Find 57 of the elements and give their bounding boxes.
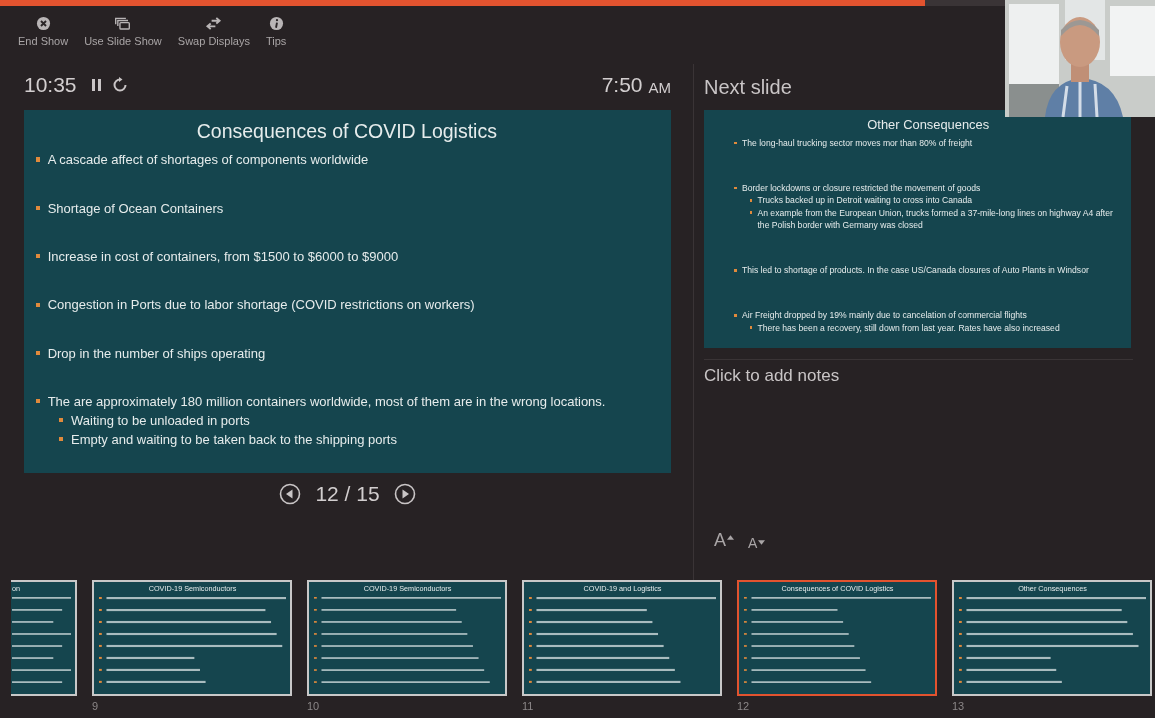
bullet-text: Congestion in Ports due to labor shortage (COVID restrictions on workers) [47,296,475,315]
bullet-text: Shortage of Ocean Containers [47,199,224,218]
clock-period: AM [648,78,671,96]
toolbar-button[interactable]: Use Slide Show [78,16,168,60]
toolbar-button[interactable]: Tips [259,16,293,60]
slide-number: 11 [522,700,535,712]
caret-up-icon [727,535,734,540]
bullet-text: Waiting to be unloaded in ports [71,411,250,430]
next-slide-heading: Next slide [704,74,793,100]
elapsed-timer: 10:35 [24,73,77,97]
bullet-icon [35,399,40,404]
bullet-icon [35,157,40,162]
bullet-icon [59,418,64,423]
slide-number: 13 [952,700,966,712]
bullet-text: Border lockdowns or closure restricted the movement of goods [742,182,981,195]
bullet-icon [59,437,64,442]
slide-number: 10 [307,700,321,712]
bullet-icon [734,268,737,272]
bullet-text: An example from the European Union, trucks formed a 37-mile-long lines on highway A4 after the Polish border with Germany was closed [757,206,1114,232]
notes-field[interactable]: Click to add notes [704,360,1155,512]
bullet-text: Empty and waiting to be taken back to the shipping ports [71,430,397,449]
bullet-text: There has been a recovery, still down from last year. Rates have also increased [757,321,1060,335]
bullet-icon [35,302,40,307]
toolbar-button[interactable]: Swap Displays [171,16,256,60]
previous-slide-button[interactable] [279,483,302,505]
swap-icon [205,16,223,31]
bullet-text: Air Freight dropped by 19% mainly due to cancelation of commercial flights [742,309,1027,322]
bullet-icon [35,254,40,259]
toolbar-button[interactable]: End Show [12,16,75,60]
slide-number: 9 [92,700,100,712]
bullet-text: This led to shortage of products. In the case US/Canada closures of Auto Plants in Windsor [742,264,1089,277]
decrease-font-button[interactable]: A [748,535,766,551]
clock-time: 7:50 [601,73,643,97]
slide-title: Consequences of COVID Logistics [195,120,498,144]
bullet-text: Trucks backed up in Detroit waiting to cross into Canada [757,194,973,207]
slide-number: 12 [737,700,751,712]
bullet-icon [749,211,753,215]
bullet-text: A cascade affect of shortages of components worldwide [47,151,369,170]
bullet-text: Drop in the number of ships operating [47,344,266,363]
bullet-icon [749,326,753,330]
bullet-text: The long-haul trucking sector moves mor than 80% of freight [742,137,973,150]
bullet-icon [35,350,40,356]
bullet-icon [35,205,40,210]
windows-icon [114,16,132,31]
bullet-icon [734,186,737,190]
slide-title: Other Consequences [866,116,991,132]
bullet-text: The are approximately 180 million containers worldwide, most of them are in the wrong locations. [47,393,606,412]
slide-counter: 12 / 15 [315,482,380,506]
bullet-icon [734,313,737,317]
next-slide-button[interactable] [393,483,416,505]
close-icon [34,16,52,31]
bullet-icon [734,141,737,145]
bullet-text: Increase in cost of containers, from $1500 to $6000 to $9000 [47,247,399,266]
bullet-icon [749,199,753,202]
increase-font-button[interactable]: A [714,530,734,551]
caret-down-icon [758,540,766,545]
info-icon [267,16,285,31]
